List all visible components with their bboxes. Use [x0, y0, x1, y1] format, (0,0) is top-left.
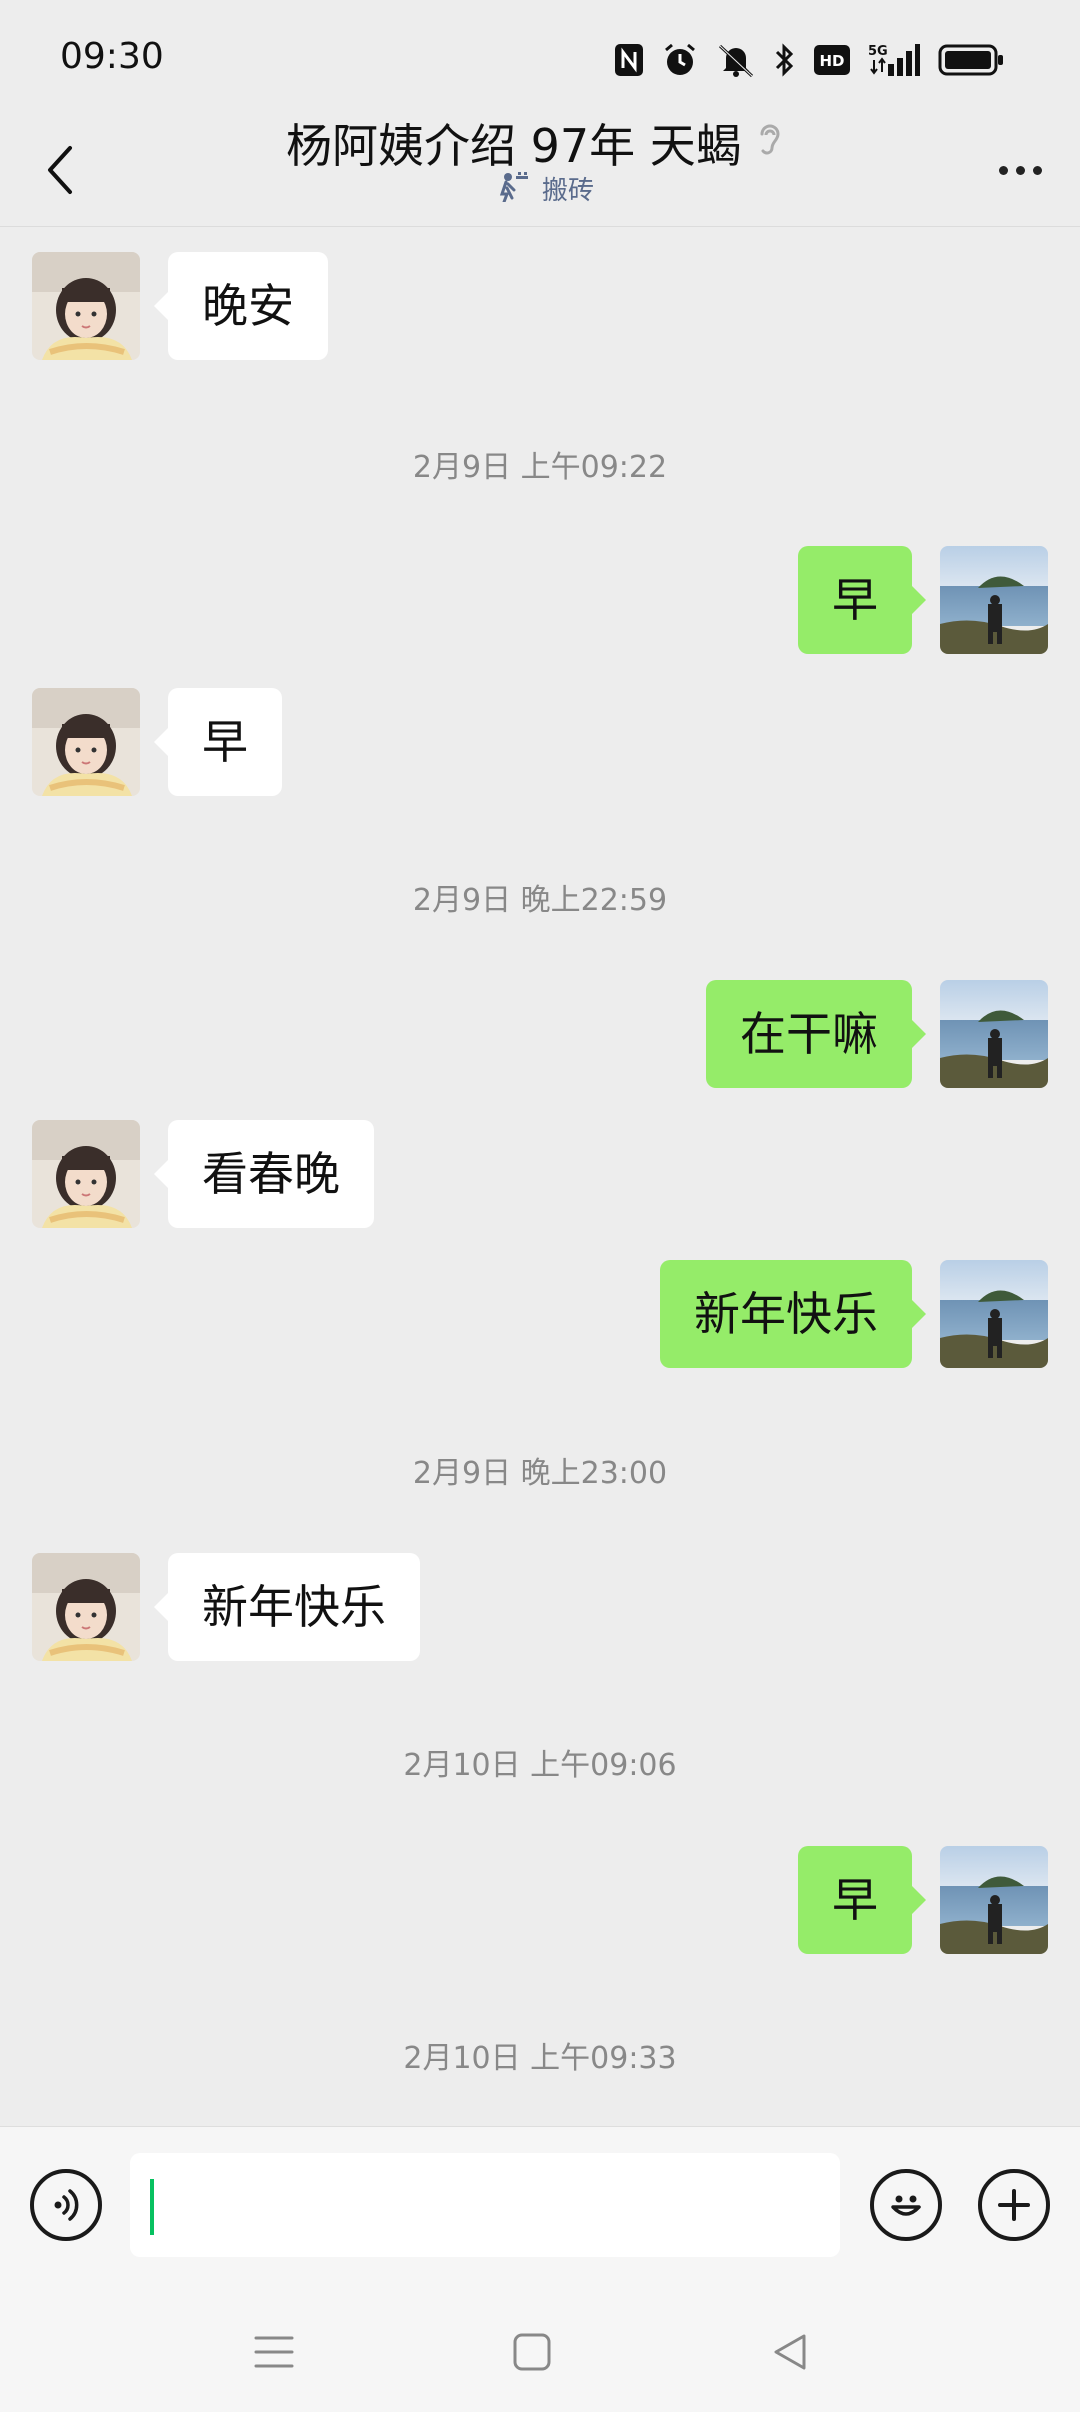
menu-icon: [254, 2336, 294, 2368]
mute-icon: [716, 42, 756, 82]
message-row-outgoing: 新年快乐: [0, 1260, 1080, 1368]
status-icons: HD 5G: [614, 38, 1004, 86]
worker-status-icon: [498, 171, 532, 206]
emoji-button[interactable]: [870, 2169, 942, 2241]
message-timestamp: 2月9日 晚上23:00: [412, 1456, 668, 1491]
my-avatar[interactable]: [940, 1846, 1048, 1954]
my-avatar[interactable]: [940, 546, 1048, 654]
message-timestamp: 2月9日 上午09:22: [412, 450, 668, 485]
message-row-incoming: 早: [0, 688, 1080, 796]
chat-header: 杨阿姨介绍 97年 天蝎 搬砖: [0, 110, 1080, 230]
voice-button[interactable]: [30, 2169, 102, 2241]
contact-avatar[interactable]: [32, 252, 140, 360]
svg-text:5G: 5G: [868, 44, 888, 59]
message-bubble-outgoing[interactable]: 早: [798, 546, 926, 654]
my-avatar[interactable]: [940, 1260, 1048, 1368]
message-row-outgoing: 早: [0, 1846, 1080, 1954]
hd-icon: HD: [814, 45, 850, 79]
back-button[interactable]: [38, 130, 82, 210]
system-nav-bar: [0, 2286, 1080, 2412]
contact-avatar[interactable]: [32, 688, 140, 796]
message-row-incoming: 新年快乐: [0, 1553, 1080, 1661]
message-bubble-outgoing[interactable]: 新年快乐: [660, 1260, 926, 1368]
contact-avatar[interactable]: [32, 1120, 140, 1228]
message-bubble-outgoing[interactable]: 在干嘛: [706, 980, 926, 1088]
message-row-outgoing: 在干嘛: [0, 980, 1080, 1088]
message-timestamp: 2月10日 上午09:06: [403, 1748, 677, 1783]
chevron-left-icon: [48, 146, 72, 194]
my-avatar[interactable]: [940, 980, 1048, 1088]
message-bubble-incoming[interactable]: 新年快乐: [154, 1553, 420, 1661]
ear-icon: [754, 120, 784, 164]
status-line: 搬砖: [498, 170, 594, 207]
status-bar: 09:30 HD 5G: [0, 0, 1080, 120]
plus-icon: [998, 2189, 1030, 2221]
message-timestamp: 2月10日 上午09:33: [403, 2041, 677, 2076]
message-bubble-outgoing[interactable]: 早: [798, 1846, 926, 1954]
status-time: 09:30: [60, 36, 164, 77]
message-row-incoming: 看春晚: [0, 1120, 1080, 1228]
message-input[interactable]: [130, 2153, 840, 2257]
5g-signal-icon: 5G: [868, 42, 920, 82]
chat-title: 杨阿姨介绍 97年 天蝎: [286, 119, 742, 173]
svg-text:HD: HD: [819, 52, 844, 70]
input-bar: [0, 2126, 1080, 2287]
bluetooth-icon: [774, 42, 796, 82]
nav-back-button[interactable]: [760, 2322, 820, 2382]
message-bubble-incoming[interactable]: 晚安: [154, 252, 328, 360]
battery-icon: [938, 44, 1004, 80]
nav-home-button[interactable]: [502, 2322, 562, 2382]
header-divider: [0, 226, 1080, 227]
message-timestamp: 2月9日 晚上22:59: [412, 883, 668, 918]
nav-menu-button[interactable]: [244, 2322, 304, 2382]
more-dots-icon: [998, 165, 1008, 175]
nfc-icon: [614, 43, 644, 81]
message-bubble-incoming[interactable]: 看春晚: [154, 1120, 374, 1228]
more-button[interactable]: [990, 140, 1050, 200]
alarm-icon: [662, 42, 698, 82]
home-square-icon: [513, 2333, 551, 2371]
contact-avatar[interactable]: [32, 1553, 140, 1661]
back-triangle-icon: [774, 2334, 806, 2370]
emoji-icon: [891, 2195, 921, 2216]
message-row-outgoing: 早: [0, 546, 1080, 654]
chat-messages[interactable]: 晚安 2月9日 上午09:22 早 早 2月9日 晚上22:59 在干嘛 看春晚: [0, 228, 1080, 2128]
plus-button[interactable]: [978, 2169, 1050, 2241]
chat-subtitle: 搬砖: [542, 176, 595, 206]
message-row-incoming: 晚安: [0, 252, 1080, 360]
voice-icon: [54, 2189, 79, 2221]
text-caret: [150, 2179, 154, 2235]
message-bubble-incoming[interactable]: 早: [154, 688, 282, 796]
